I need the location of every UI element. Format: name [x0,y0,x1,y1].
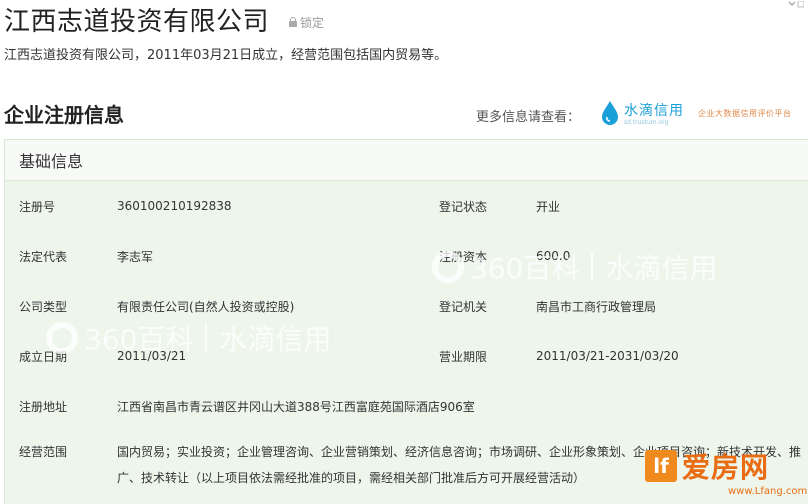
table-row: 注册号 360100210192838 登记状态 开业 [5,181,808,231]
site-logo-mark: lf [645,450,677,482]
row-value: 开业 [536,199,561,214]
row-label: 登记机关 [439,299,488,314]
row-value: 江西省南昌市青云谱区井冈山大道388号江西富庭苑国际酒店906室 [117,399,475,414]
row-value: 李志军 [117,249,154,264]
lock-icon [289,17,298,27]
partner-text: 水滴信用 sd.trustum.org [624,100,684,126]
row-value: 600.0 [536,249,571,263]
water-drop-icon [602,101,618,125]
expand-icon[interactable] [788,1,804,9]
company-title: 江西志道投资有限公司 [4,6,270,37]
row-value: 360100210192838 [117,199,232,213]
site-logo-url: www.Lfang.com [728,486,808,497]
lock-label: 锁定 [300,15,325,30]
partner-name: 水滴信用 [624,103,684,119]
company-summary: 江西志道投资有限公司，2011年03月21日成立，经营范围包括国内贸易等。 [4,48,448,63]
section-title: 企业注册信息 [4,103,124,127]
partner-slogan: 企业大数据信用评价平台 [698,109,792,118]
row-label: 注册号 [19,199,56,214]
row-label: 经营范围 [19,445,68,459]
table-row: 法定代表 李志军 注册资本 600.0 [5,231,808,281]
lock-button[interactable]: 锁定 [289,14,324,31]
row-value: 有限责任公司(自然人投资或控股) [117,299,295,314]
title-row: 江西志道投资有限公司 锁定 [4,0,324,38]
row-value: 2011/03/21-2031/03/20 [536,349,679,363]
row-label: 登记状态 [439,199,488,214]
row-label: 成立日期 [19,349,68,364]
partner-url: sd.trustum.org [624,119,669,126]
table-row: 注册地址 江西省南昌市青云谱区井冈山大道388号江西富庭苑国际酒店906室 [5,381,808,431]
row-label: 公司类型 [19,299,68,314]
table-row: 公司类型 有限责任公司(自然人投资或控股) 登记机关 南昌市工商行政管理局 [5,281,808,331]
basic-info-header: 基础信息 [5,140,808,181]
row-label: 注册资本 [439,249,488,264]
row-label: 注册地址 [19,399,68,414]
more-info-label: 更多信息请查看： [476,110,581,125]
row-label: 营业期限 [439,349,488,364]
row-value: 南昌市工商行政管理局 [536,299,657,314]
site-logo: lf 爱房网 www.Lfang.com [640,438,808,504]
table-row: 成立日期 2011/03/21 营业期限 2011/03/21-2031/03/… [5,331,808,381]
partner-logo-link[interactable]: 水滴信用 sd.trustum.org [600,100,684,126]
row-value: 2011/03/21 [117,349,187,363]
site-logo-brand: 爱房网 [682,451,770,484]
row-label: 法定代表 [19,249,68,264]
